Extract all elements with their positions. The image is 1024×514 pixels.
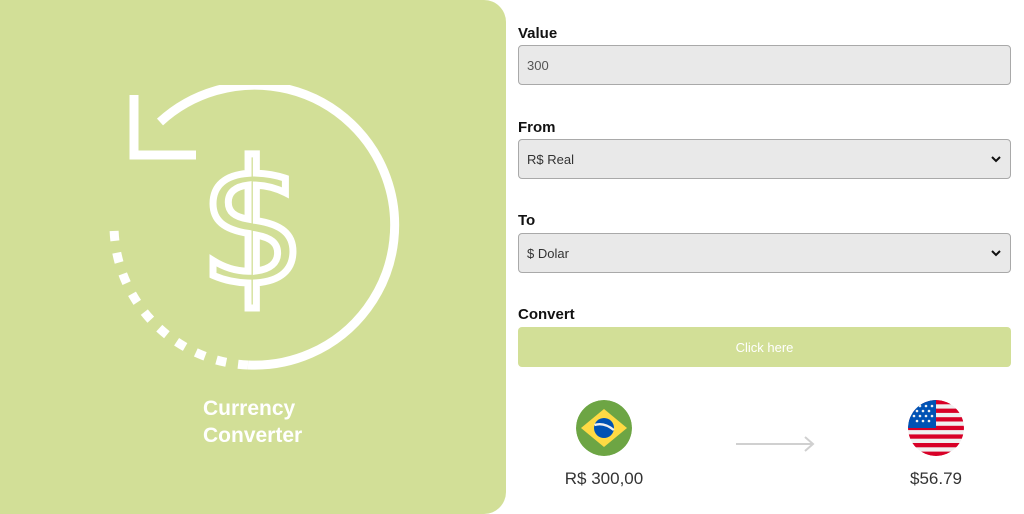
- from-label: From: [518, 119, 556, 136]
- value-label: Value: [518, 25, 558, 42]
- chevron-down-icon: [991, 250, 1001, 257]
- hero-title-line2: Converter: [203, 424, 303, 447]
- to-amount: $56.79: [910, 469, 962, 488]
- from-amount: R$ 300,00: [564, 469, 644, 488]
- from-currency-selected: R$ Real: [527, 151, 574, 167]
- chevron-down-icon: [991, 156, 1001, 163]
- convert-button[interactable]: Click here: [518, 327, 1011, 367]
- svg-text:$: $: [199, 126, 307, 324]
- to-label: To: [518, 212, 536, 229]
- hero-title-line1: Currency: [203, 397, 296, 420]
- to-currency-select[interactable]: $ Dolar: [518, 233, 1011, 273]
- value-input[interactable]: 300: [518, 45, 1011, 85]
- usa-flag-icon: [908, 400, 964, 456]
- hero-panel: $ Currency Converter: [0, 0, 506, 514]
- from-currency-select[interactable]: R$ Real: [518, 139, 1011, 179]
- to-currency-selected: $ Dolar: [527, 245, 569, 261]
- convert-label: Convert: [518, 306, 575, 323]
- currency-converter-page: $ Currency Converter Value 300 From R$ R…: [0, 0, 1024, 514]
- currency-exchange-icon: $: [109, 85, 400, 370]
- brazil-flag-icon: [576, 400, 632, 456]
- value-input-placeholder: 300: [527, 57, 549, 73]
- arrow-right-icon: [736, 436, 815, 452]
- hero-title: Currency Converter: [203, 395, 302, 449]
